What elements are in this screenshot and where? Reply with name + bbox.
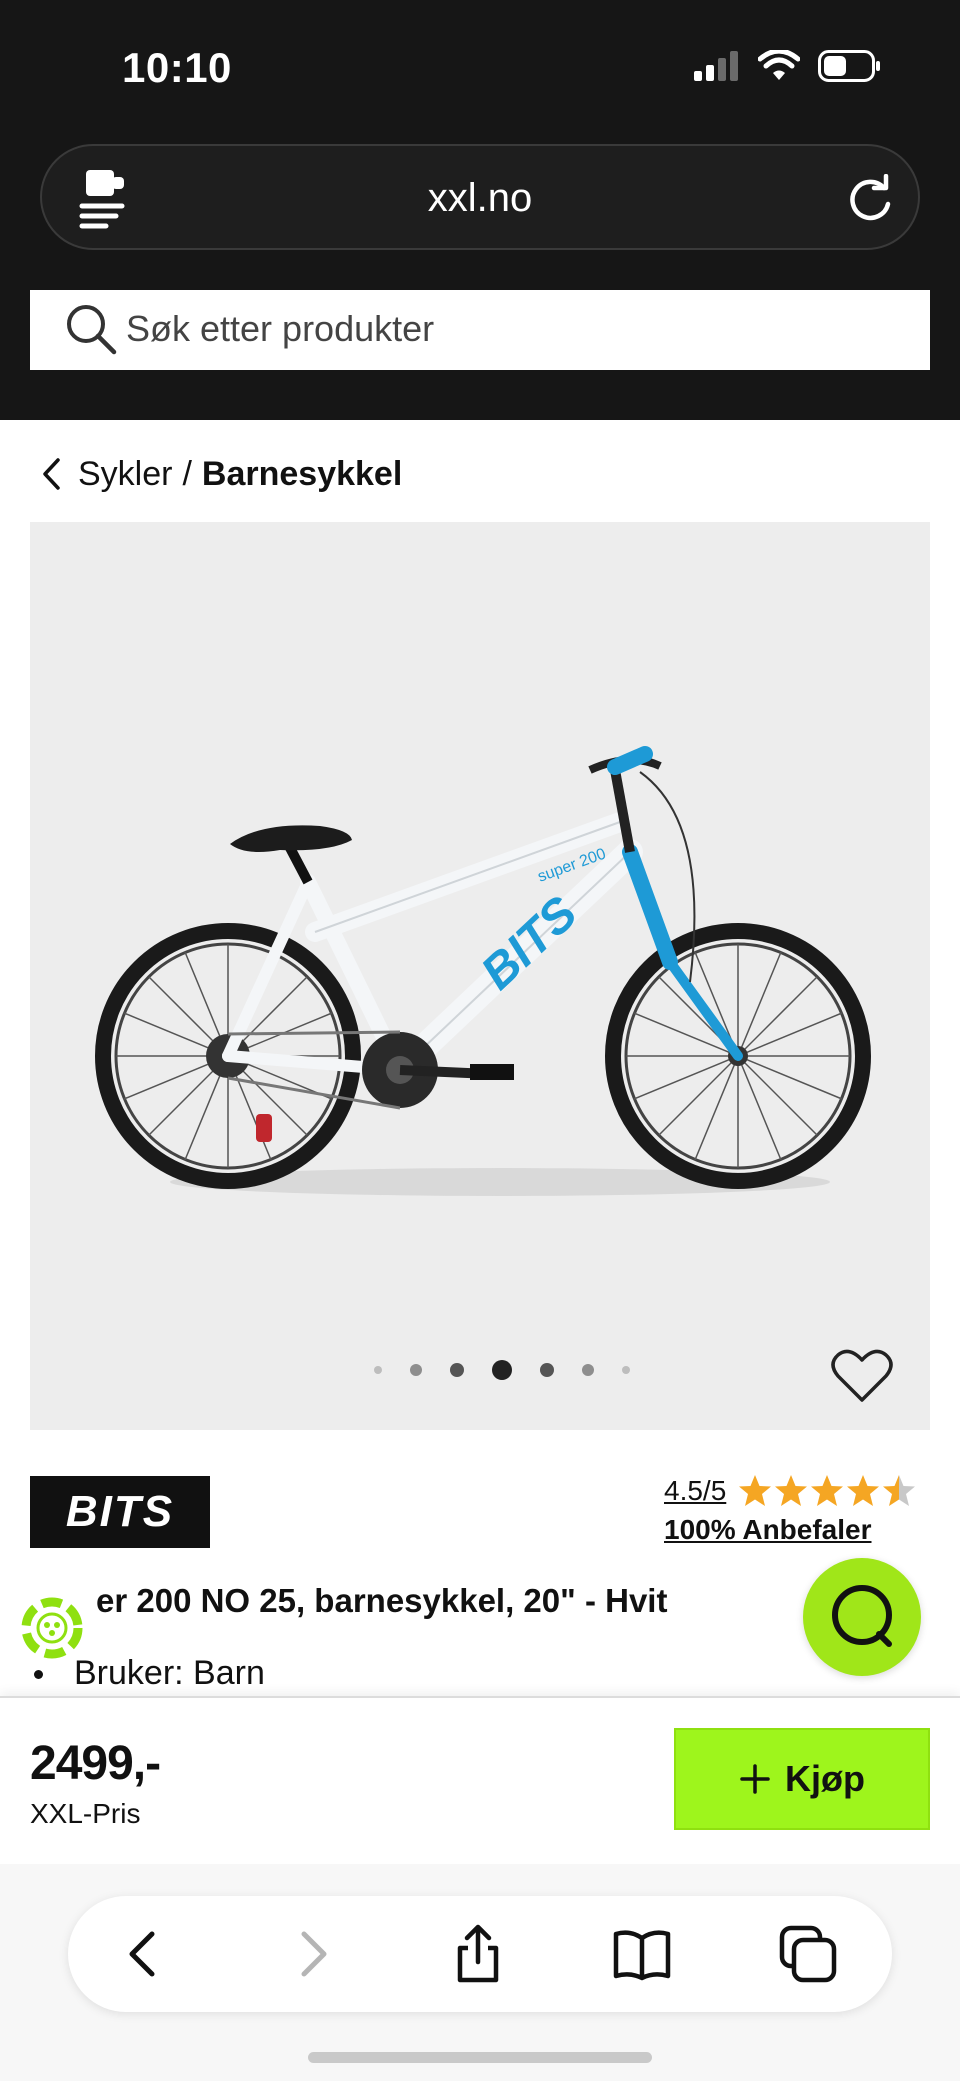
search-input[interactable]: Søk etter produkter [30,290,930,370]
product-title: er 200 NO 25, barnesykkel, 20" - Hvit [96,1582,668,1619]
search-placeholder: Søk etter produkter [126,308,435,349]
gallery-dots [360,1360,644,1380]
gallery-dot[interactable] [622,1366,630,1374]
rating-block[interactable]: 4.5/5 100% Anbefaler [664,1474,934,1546]
gallery-dot[interactable] [410,1364,422,1376]
reload-icon[interactable] [844,174,896,226]
signal-icon [694,51,738,81]
chat-icon [832,1585,892,1647]
browser-chrome: 10:10 xxl.no Søk etter produkter [0,0,960,420]
gallery-dot[interactable] [582,1364,594,1376]
address-bar[interactable]: xxl.no [40,144,920,250]
gallery-dot[interactable] [540,1363,554,1377]
toolbar-pill [68,1896,892,2012]
recommend-percentage[interactable]: 100% Anbefaler [664,1514,934,1546]
price-label: XXL-Pris [30,1798,141,1829]
buy-button[interactable]: Kjøp [674,1728,930,1830]
breadcrumb-current[interactable]: Barnesykkel [202,455,402,494]
breadcrumb-parent[interactable]: Sykler [78,455,172,494]
browser-toolbar [0,1864,960,2081]
gallery-dot-active[interactable] [492,1360,512,1380]
product-image-gallery[interactable]: BITS super 200 [30,522,930,1430]
buy-bar: 2499,- XXL-Pris Kjøp [0,1696,960,1864]
rating-score[interactable]: 4.5/5 [664,1475,726,1507]
search-icon [67,305,117,355]
chat-button[interactable] [803,1558,921,1676]
tabs-icon[interactable] [776,1922,840,1986]
status-time: 10:10 [122,44,232,91]
share-icon[interactable] [446,1922,510,1986]
buy-button-label: Kjøp [785,1758,865,1799]
book-icon[interactable] [610,1922,674,1986]
url-text[interactable]: xxl.no [42,176,918,221]
gallery-dot[interactable] [374,1366,382,1374]
forward-icon[interactable] [280,1922,344,1986]
battery-icon [818,50,880,82]
home-indicator [308,2052,652,2063]
gallery-dot[interactable] [450,1363,464,1377]
breadcrumb-separator: / [182,454,192,493]
plus-icon [740,1764,770,1794]
status-icons [692,50,882,82]
chevron-left-icon[interactable] [40,456,62,492]
heart-icon[interactable] [830,1348,894,1404]
status-bar: 10:10 [0,0,960,140]
bike-image: BITS super 200 [95,746,871,1196]
brand-logo-text: BITS [66,1487,174,1536]
bullet-marker [34,1670,43,1679]
brand-logo-mark: BITS [66,1487,174,1536]
star-rating-icons [739,1475,916,1506]
price: 2499,- [30,1737,161,1790]
breadcrumb: Sykler / Barnesykkel [40,450,402,498]
brand-logo[interactable]: BITS [30,1476,210,1548]
wifi-icon [758,50,800,80]
back-icon[interactable] [112,1922,176,1986]
product-feature: Bruker: Barn [74,1654,265,1692]
